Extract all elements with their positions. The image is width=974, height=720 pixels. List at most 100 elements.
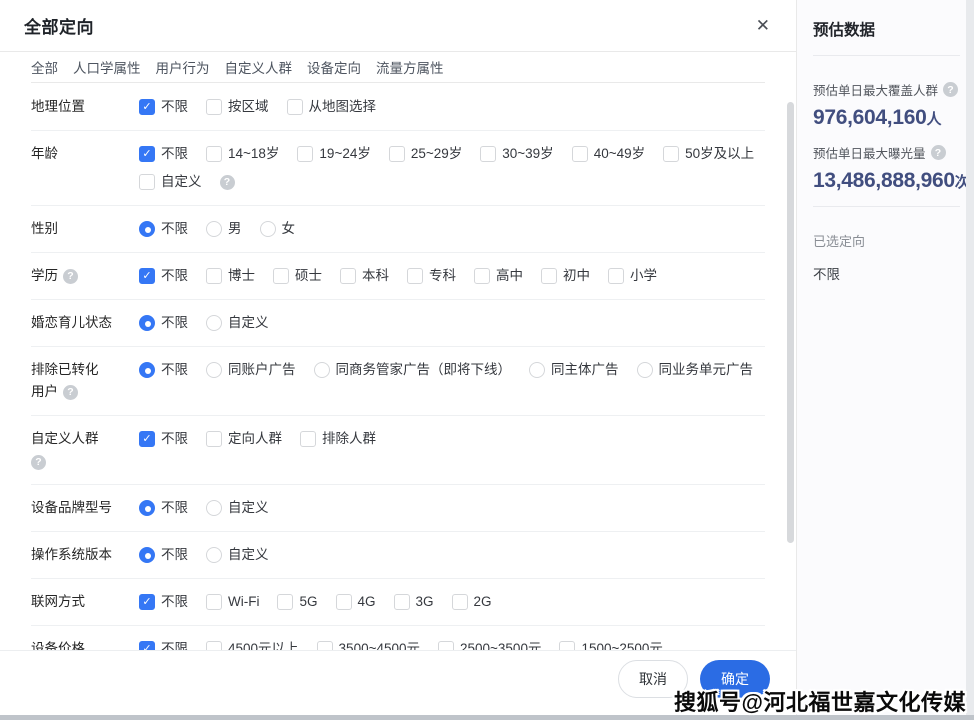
checkbox-checked-icon[interactable]: ✓ (139, 268, 155, 284)
checkbox-option[interactable]: 2G (452, 591, 492, 613)
checkbox-unchecked-icon[interactable] (206, 268, 222, 284)
checkbox-unchecked-icon[interactable] (273, 268, 289, 284)
checkbox-option[interactable]: Wi-Fi (206, 591, 259, 613)
tab-item[interactable]: 设备定向 (307, 57, 361, 77)
checkbox-option[interactable]: 硕士 (273, 265, 322, 287)
checkbox-option[interactable]: 博士 (206, 265, 255, 287)
checkbox-option[interactable]: ✓不限 (139, 591, 188, 613)
checkbox-unchecked-icon[interactable] (206, 146, 222, 162)
help-icon[interactable]: ? (31, 455, 46, 470)
checkbox-unchecked-icon[interactable] (389, 146, 405, 162)
radio-unchecked-icon[interactable] (529, 362, 545, 378)
radio-unchecked-icon[interactable] (206, 500, 222, 516)
checkbox-option[interactable]: 3500~4500元 (317, 638, 420, 650)
checkbox-option[interactable]: ✓不限 (139, 428, 188, 450)
radio-option[interactable]: 不限 (139, 218, 188, 240)
checkbox-option[interactable]: 专科 (407, 265, 456, 287)
checkbox-option[interactable]: 小学 (608, 265, 657, 287)
checkbox-unchecked-icon[interactable] (452, 594, 468, 610)
radio-checked-icon[interactable] (139, 500, 155, 516)
checkbox-unchecked-icon[interactable] (287, 99, 303, 115)
checkbox-option[interactable]: 自定义 (139, 171, 202, 193)
checkbox-option[interactable]: 从地图选择 (287, 96, 377, 118)
checkbox-unchecked-icon[interactable] (663, 146, 679, 162)
radio-unchecked-icon[interactable] (260, 221, 276, 237)
checkbox-unchecked-icon[interactable] (336, 594, 352, 610)
checkbox-checked-icon[interactable]: ✓ (139, 146, 155, 162)
checkbox-checked-icon[interactable]: ✓ (139, 431, 155, 447)
checkbox-unchecked-icon[interactable] (572, 146, 588, 162)
checkbox-option[interactable]: 高中 (474, 265, 523, 287)
window-scrollbar-track[interactable] (966, 0, 974, 720)
radio-checked-icon[interactable] (139, 221, 155, 237)
checkbox-option[interactable]: ✓不限 (139, 143, 188, 165)
radio-checked-icon[interactable] (139, 362, 155, 378)
radio-option[interactable]: 同主体广告 (529, 359, 619, 381)
tab-item[interactable]: 自定义人群 (225, 57, 293, 77)
checkbox-unchecked-icon[interactable] (206, 99, 222, 115)
checkbox-option[interactable]: 本科 (340, 265, 389, 287)
checkbox-unchecked-icon[interactable] (340, 268, 356, 284)
checkbox-option[interactable]: 19~24岁 (297, 143, 370, 165)
checkbox-option[interactable]: 5G (277, 591, 317, 613)
checkbox-unchecked-icon[interactable] (300, 431, 316, 447)
radio-checked-icon[interactable] (139, 547, 155, 563)
radio-unchecked-icon[interactable] (314, 362, 330, 378)
radio-option[interactable]: 同业务单元广告 (637, 359, 754, 381)
checkbox-unchecked-icon[interactable] (317, 641, 333, 650)
radio-option[interactable]: 不限 (139, 497, 188, 519)
radio-option[interactable]: 同账户广告 (206, 359, 296, 381)
radio-option[interactable]: 同商务管家广告（即将下线） (314, 359, 512, 381)
radio-checked-icon[interactable] (139, 315, 155, 331)
radio-unchecked-icon[interactable] (206, 362, 222, 378)
radio-option[interactable]: 男 (206, 218, 242, 240)
help-icon[interactable]: ? (220, 175, 235, 190)
radio-unchecked-icon[interactable] (206, 221, 222, 237)
checkbox-option[interactable]: 4G (336, 591, 376, 613)
checkbox-option[interactable]: 2500~3500元 (438, 638, 541, 650)
checkbox-unchecked-icon[interactable] (541, 268, 557, 284)
radio-unchecked-icon[interactable] (637, 362, 653, 378)
checkbox-option[interactable]: ✓不限 (139, 265, 188, 287)
checkbox-option[interactable]: 初中 (541, 265, 590, 287)
tab-item[interactable]: 用户行为 (156, 57, 210, 77)
radio-unchecked-icon[interactable] (206, 315, 222, 331)
radio-option[interactable]: 不限 (139, 544, 188, 566)
checkbox-unchecked-icon[interactable] (407, 268, 423, 284)
checkbox-unchecked-icon[interactable] (297, 146, 313, 162)
radio-option[interactable]: 自定义 (206, 497, 269, 519)
help-icon[interactable]: ? (931, 145, 946, 160)
checkbox-unchecked-icon[interactable] (474, 268, 490, 284)
tab-item[interactable]: 人口学属性 (73, 57, 141, 77)
radio-option[interactable]: 不限 (139, 359, 188, 381)
checkbox-checked-icon[interactable]: ✓ (139, 99, 155, 115)
close-icon[interactable]: ✕ (754, 15, 772, 36)
checkbox-unchecked-icon[interactable] (139, 174, 155, 190)
checkbox-option[interactable]: 40~49岁 (572, 143, 645, 165)
radio-option[interactable]: 自定义 (206, 544, 269, 566)
checkbox-option[interactable]: 定向人群 (206, 428, 282, 450)
checkbox-unchecked-icon[interactable] (480, 146, 496, 162)
checkbox-option[interactable]: 3G (394, 591, 434, 613)
radio-option[interactable]: 女 (260, 218, 296, 240)
checkbox-option[interactable]: 4500元以上 (206, 638, 299, 650)
checkbox-option[interactable]: 14~18岁 (206, 143, 279, 165)
radio-unchecked-icon[interactable] (206, 547, 222, 563)
checkbox-checked-icon[interactable]: ✓ (139, 594, 155, 610)
checkbox-unchecked-icon[interactable] (394, 594, 410, 610)
checkbox-option[interactable]: ✓不限 (139, 96, 188, 118)
tab-item[interactable]: 流量方属性 (376, 57, 444, 77)
checkbox-option[interactable]: 25~29岁 (389, 143, 462, 165)
checkbox-option[interactable]: 30~39岁 (480, 143, 553, 165)
help-icon[interactable]: ? (63, 385, 78, 400)
dialog-scrollbar-thumb[interactable] (787, 102, 794, 543)
help-icon[interactable]: ? (943, 82, 958, 97)
help-icon[interactable]: ? (63, 269, 78, 284)
checkbox-unchecked-icon[interactable] (438, 641, 454, 650)
checkbox-option[interactable]: ✓不限 (139, 638, 188, 650)
checkbox-unchecked-icon[interactable] (277, 594, 293, 610)
radio-option[interactable]: 自定义 (206, 312, 269, 334)
checkbox-unchecked-icon[interactable] (206, 594, 222, 610)
tab-item[interactable]: 全部 (31, 57, 58, 77)
radio-option[interactable]: 不限 (139, 312, 188, 334)
